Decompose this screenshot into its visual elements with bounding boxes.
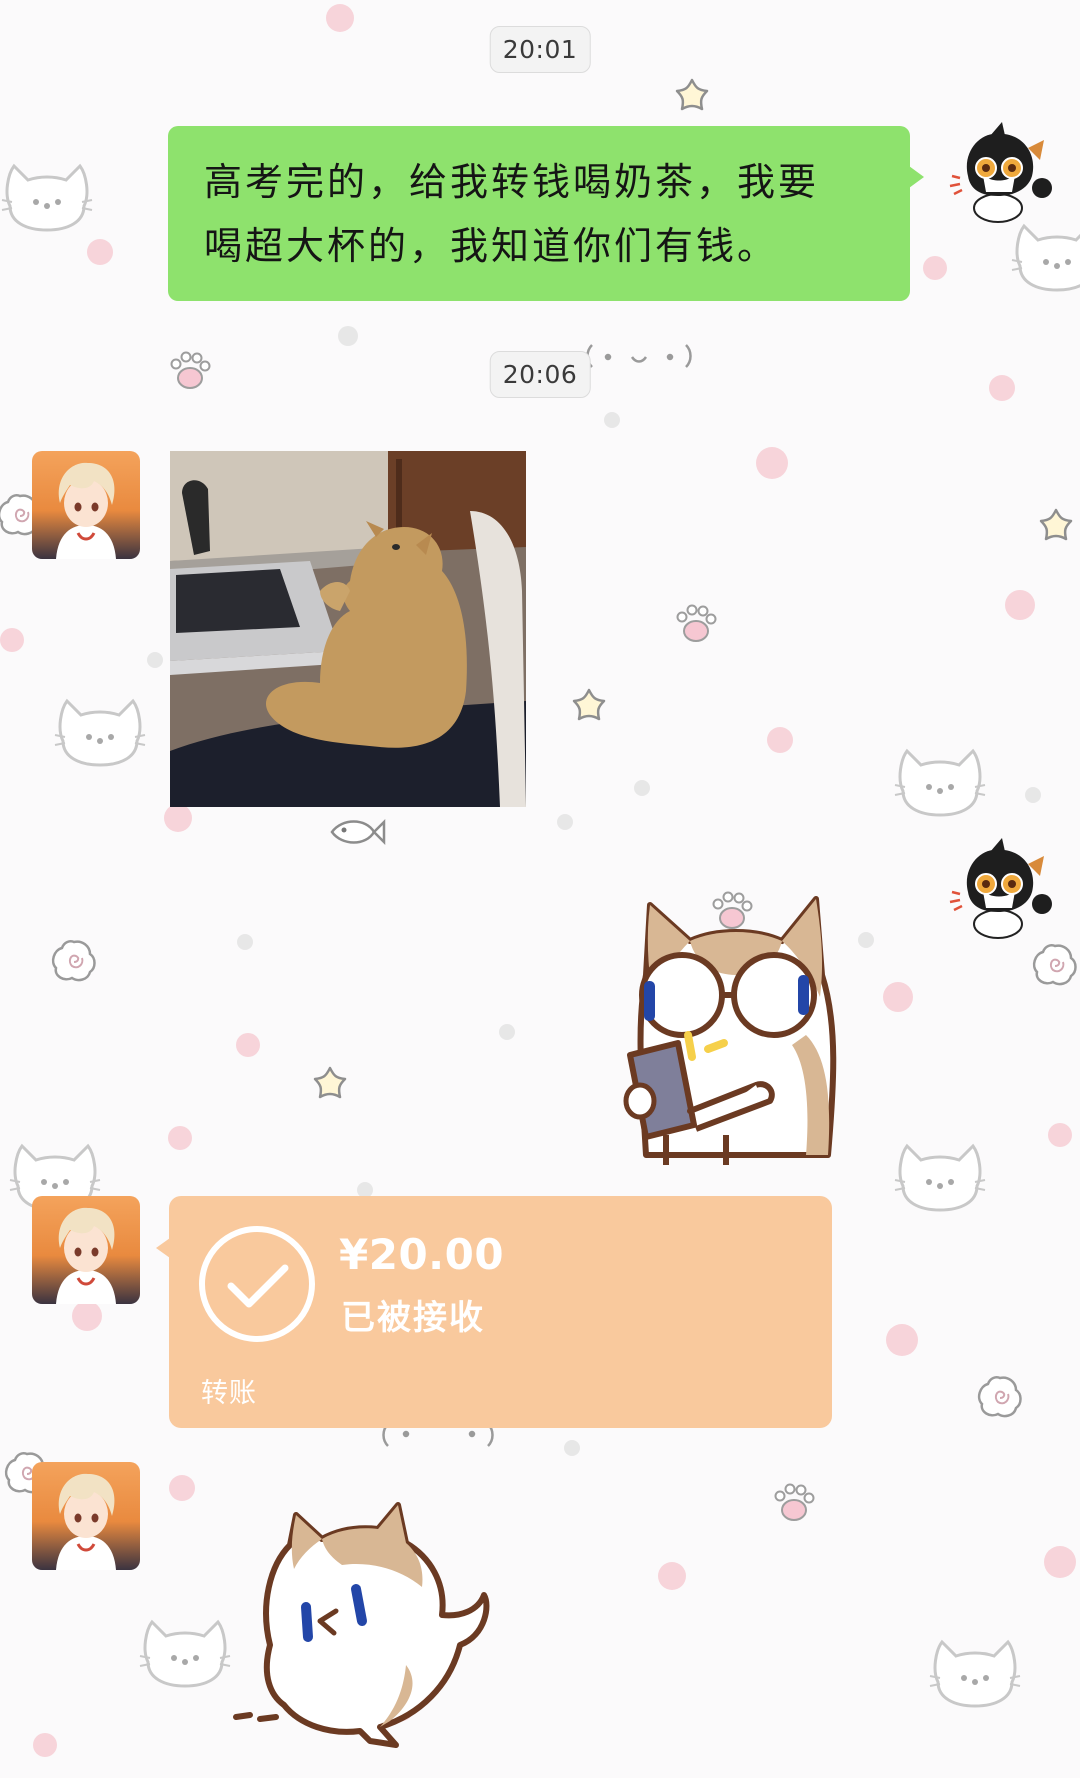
transfer-label: 转账 (201, 1378, 257, 1409)
anime-boy-avatar-icon (32, 1196, 140, 1304)
friend-avatar[interactable] (32, 1196, 140, 1304)
sent-message-line-2: 喝超大杯的，我知道你们有钱。 (204, 224, 779, 268)
transfer-card[interactable]: ¥20.00 已被接收 转账 (156, 1196, 832, 1428)
cat-photo-message[interactable] (170, 451, 526, 807)
friend-avatar[interactable] (32, 1462, 140, 1570)
transfer-status: 已被接收 (341, 1298, 485, 1338)
check-circle-icon (199, 1226, 315, 1342)
anime-boy-avatar-icon (32, 1462, 140, 1570)
sent-message-line-1: 高考完的，给我转钱喝奶茶，我要 (204, 160, 820, 204)
black-cat-avatar-icon (949, 838, 1052, 939)
self-avatar[interactable] (946, 122, 1054, 230)
running-cat-sticker[interactable] (210, 1495, 490, 1755)
transfer-amount: ¥20.00 (339, 1230, 505, 1279)
cat-at-laptop-photo (170, 451, 526, 807)
anime-boy-avatar-icon (32, 451, 140, 559)
glasses-cat-with-phone-sticker (623, 896, 837, 1165)
timestamp-2: 20:06 (489, 351, 591, 398)
running-cat-sticker-image (233, 1502, 490, 1748)
self-avatar[interactable] (946, 838, 1054, 946)
black-cat-avatar-icon (949, 122, 1052, 223)
friend-avatar[interactable] (32, 451, 140, 559)
glasses-cat-sticker[interactable] (606, 885, 886, 1165)
sent-message-bubble[interactable]: 高考完的，给我转钱喝奶茶，我要 喝超大杯的，我知道你们有钱。 (168, 126, 924, 301)
timestamp-1: 20:01 (489, 26, 591, 73)
